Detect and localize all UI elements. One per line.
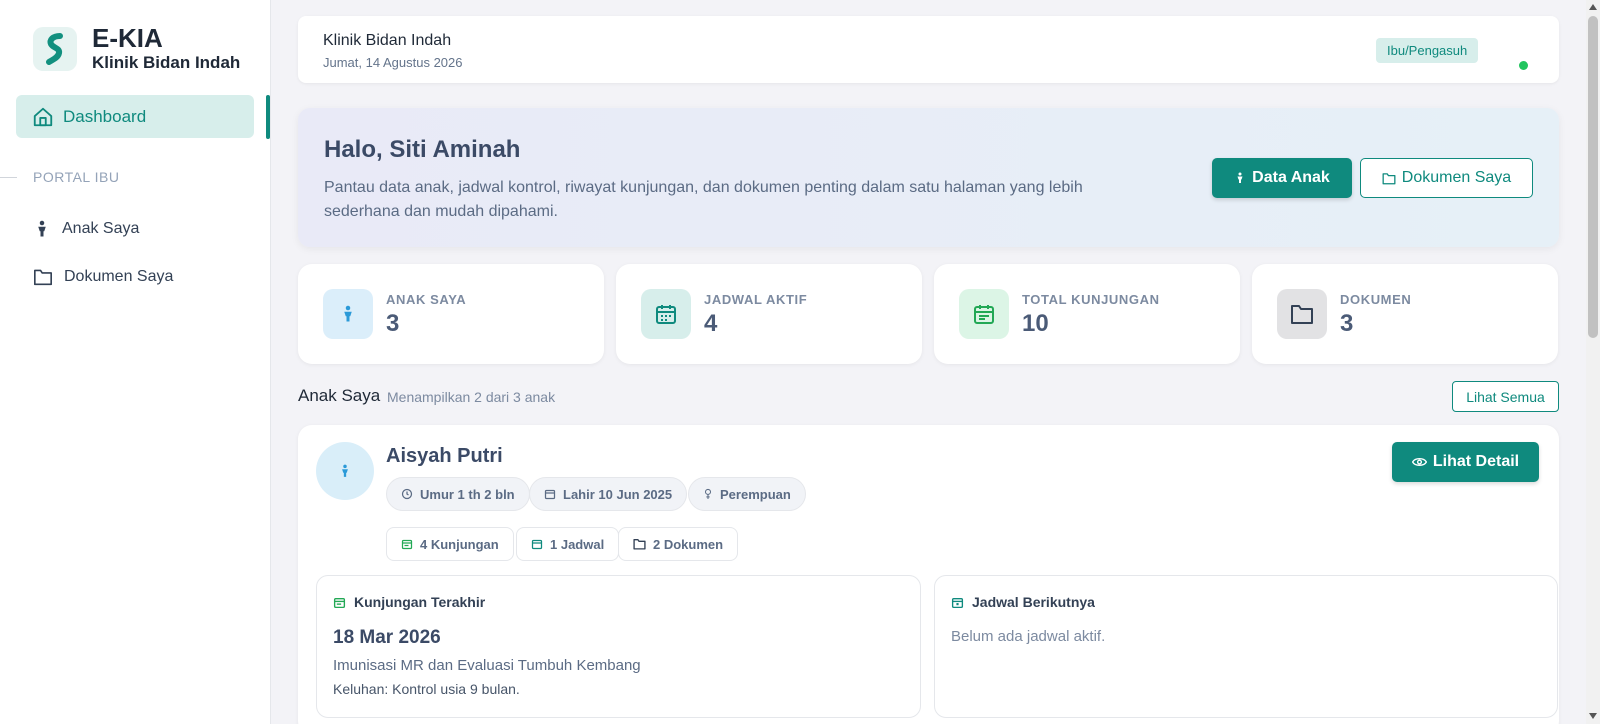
child-icon: [338, 462, 352, 480]
button-label: Dokumen Saya: [1401, 169, 1512, 186]
folder-icon: [33, 268, 53, 286]
divider: [0, 177, 17, 178]
sidebar-item-dokumen-saya[interactable]: Dokumen Saya: [33, 268, 173, 286]
stat-card-dokumen[interactable]: DOKUMEN 3: [1252, 264, 1558, 364]
calendar-icon: [531, 538, 543, 550]
sidebar: E-KIA Klinik Bidan Indah Dashboard PORTA…: [0, 0, 271, 724]
page-scrollbar[interactable]: [1586, 0, 1600, 724]
gender-pill: Perempuan: [688, 477, 806, 511]
folder-icon: [633, 538, 646, 550]
app-logo-icon: [33, 26, 77, 71]
panel-title: Jadwal Berikutnya: [972, 594, 1095, 610]
app-subtitle: Klinik Bidan Indah: [92, 53, 241, 72]
birth-pill: Lahir 10 Jun 2025: [529, 477, 688, 511]
data-anak-button[interactable]: Data Anak: [1212, 158, 1352, 198]
home-icon: [32, 106, 54, 128]
stat-card-total-kunjungan[interactable]: TOTAL KUNJUNGAN 10: [934, 264, 1240, 364]
schedules-pill: 1 Jadwal: [516, 527, 620, 561]
pill-label: 2 Dokumen: [653, 536, 724, 552]
stat-label: DOKUMEN: [1340, 292, 1412, 307]
welcome-banner: Halo, Siti Aminah Pantau data anak, jadw…: [298, 108, 1559, 247]
child-icon: [323, 289, 373, 339]
stat-value: 4: [704, 310, 718, 337]
last-visit-service: Imunisasi MR dan Evaluasi Tumbuh Kembang: [333, 657, 641, 674]
section-title: Anak Saya: [298, 386, 381, 405]
child-name: Aisyah Putri: [386, 445, 503, 467]
stat-card-anak-saya[interactable]: ANAK SAYA 3: [298, 264, 604, 364]
stat-value: 3: [1340, 310, 1354, 337]
child-card: Aisyah Putri Umur 1 th 2 bln Lahir 10 Ju…: [298, 425, 1559, 724]
role-badge: Ibu/Pengasuh: [1376, 38, 1479, 63]
next-schedule-panel: Jadwal Berikutnya Belum ada jadwal aktif…: [934, 575, 1558, 718]
section-label: PORTAL IBU: [33, 169, 120, 185]
folder-icon: [1277, 289, 1327, 339]
sidebar-item-anak-saya[interactable]: Anak Saya: [33, 220, 139, 238]
calendar-icon: [641, 289, 691, 339]
pill-label: 1 Jadwal: [550, 536, 605, 552]
stat-label: TOTAL KUNJUNGAN: [1022, 292, 1160, 307]
online-status-indicator: [1519, 61, 1528, 70]
current-date: Jumat, 14 Agustus 2026: [323, 55, 463, 70]
sidebar-item-label: Dokumen Saya: [64, 268, 174, 285]
female-icon: [703, 488, 713, 500]
visit-icon: [401, 538, 413, 550]
visits-pill: 4 Kunjungan: [386, 527, 514, 561]
scroll-down-arrow-icon[interactable]: [1589, 713, 1597, 719]
greeting-heading: Halo, Siti Aminah: [324, 136, 521, 163]
topbar: Klinik Bidan Indah Jumat, 14 Agustus 202…: [298, 16, 1559, 83]
panel-title: Kunjungan Terakhir: [354, 594, 486, 610]
greeting-description: Pantau data anak, jadwal kontrol, riwaya…: [324, 179, 1083, 220]
pill-label: Lahir 10 Jun 2025: [563, 486, 673, 502]
folder-icon: [1382, 172, 1396, 185]
stat-value: 10: [1022, 310, 1049, 337]
eye-icon: [1411, 456, 1427, 468]
button-label: Data Anak: [1252, 169, 1330, 186]
last-visit-panel: Kunjungan Terakhir 18 Mar 2026 Imunisasi…: [316, 575, 921, 718]
last-visit-complaint: Keluhan: Kontrol usia 9 bulan.: [333, 681, 520, 697]
visit-icon: [959, 289, 1009, 339]
button-label: Lihat Detail: [1432, 453, 1520, 470]
stat-value: 3: [386, 310, 400, 337]
sidebar-item-label: Dashboard: [63, 106, 147, 126]
scrollbar-thumb[interactable]: [1588, 16, 1598, 338]
dokumen-saya-button[interactable]: Dokumen Saya: [1360, 158, 1533, 198]
clock-icon: [401, 488, 413, 500]
brand[interactable]: E-KIA Klinik Bidan Indah: [33, 24, 240, 73]
lihat-detail-button[interactable]: Lihat Detail: [1392, 442, 1539, 482]
child-icon: [1234, 171, 1246, 185]
section-subtitle: Menampilkan 2 dari 3 anak: [387, 389, 556, 405]
documents-pill: 2 Dokumen: [618, 527, 739, 561]
child-icon: [33, 220, 51, 238]
clinic-name: Klinik Bidan Indah: [323, 32, 452, 49]
stat-label: JADWAL AKTIF: [704, 292, 808, 307]
last-visit-date: 18 Mar 2026: [333, 627, 441, 648]
child-avatar: [316, 442, 374, 500]
scroll-up-arrow-icon[interactable]: [1589, 4, 1597, 10]
pill-label: Perempuan: [720, 486, 791, 502]
pill-label: Umur 1 th 2 bln: [420, 486, 515, 502]
pill-label: 4 Kunjungan: [420, 536, 499, 552]
visit-icon: [333, 596, 346, 609]
sidebar-item-dashboard[interactable]: Dashboard: [16, 95, 254, 138]
age-pill: Umur 1 th 2 bln: [386, 477, 530, 511]
stat-card-jadwal-aktif[interactable]: JADWAL AKTIF 4: [616, 264, 922, 364]
app-title: E-KIA: [92, 23, 163, 53]
active-indicator: [266, 95, 270, 139]
calendar-icon: [951, 596, 964, 609]
stat-label: ANAK SAYA: [386, 292, 467, 307]
sidebar-item-label: Anak Saya: [62, 220, 140, 237]
lihat-semua-button[interactable]: Lihat Semua: [1452, 381, 1559, 412]
empty-schedule-message: Belum ada jadwal aktif.: [951, 628, 1106, 645]
calendar-icon: [544, 488, 556, 500]
